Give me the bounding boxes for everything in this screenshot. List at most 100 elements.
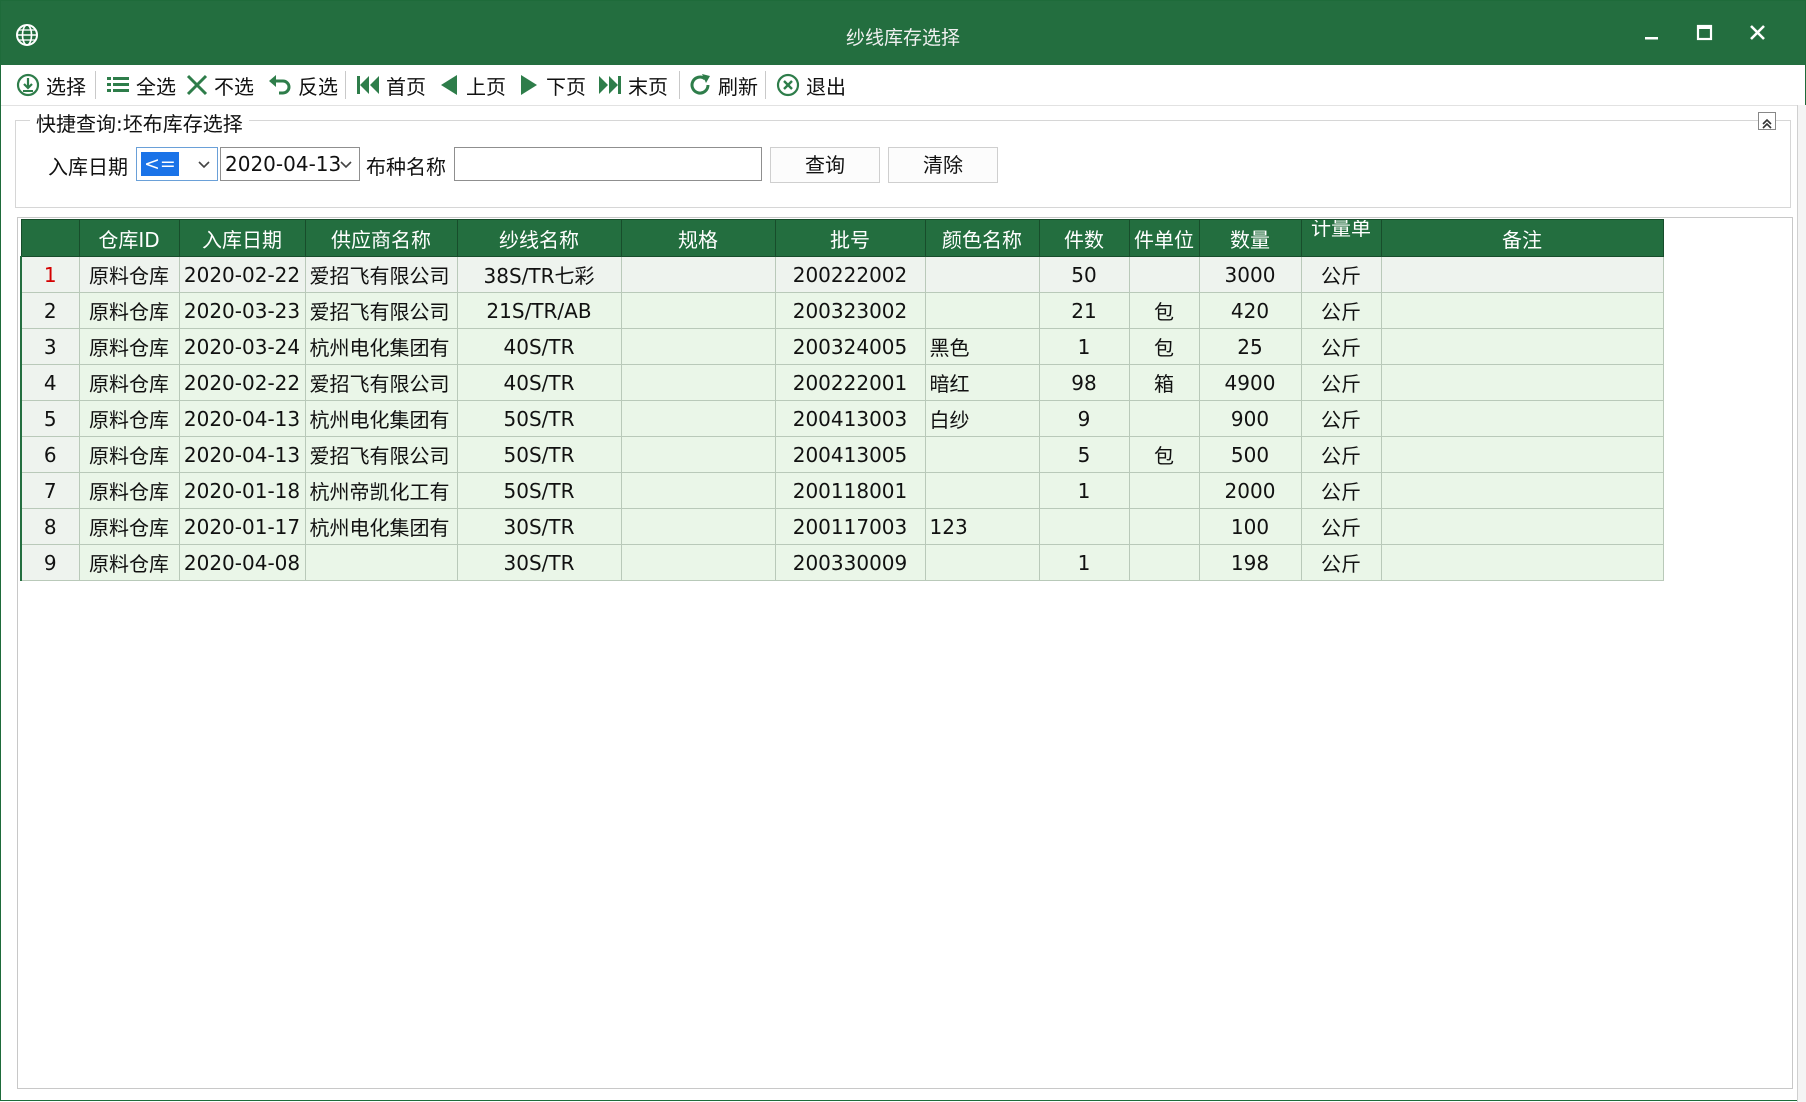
deselect-button[interactable]: 不选 (185, 69, 254, 101)
cell-remark[interactable] (1380, 472, 1664, 509)
cell-date[interactable]: 2020-02-22 (178, 364, 306, 401)
search-button[interactable]: 查询 (770, 147, 880, 183)
row-number[interactable]: 3 (20, 328, 80, 365)
minimize-button[interactable] (1627, 13, 1677, 53)
last-page-button[interactable]: 末页 (597, 69, 668, 101)
cell-color[interactable]: 123 (924, 508, 1040, 545)
cell-spec[interactable] (620, 508, 776, 545)
cell-quantity[interactable]: 100 (1198, 508, 1302, 545)
refresh-button[interactable]: 刷新 (687, 69, 758, 101)
cell-piece-unit[interactable] (1128, 256, 1200, 293)
cell-color[interactable]: 白纱 (924, 400, 1040, 437)
table-row[interactable]: 8 原料仓库 2020-01-17 杭州电化集团有 30S/TR 200117003 123… (20, 508, 1664, 545)
column-header[interactable]: 入库日期 (178, 219, 306, 257)
cell-remark[interactable] (1380, 544, 1664, 581)
cell-unit[interactable]: 公斤 (1300, 508, 1382, 545)
cell-color[interactable] (924, 256, 1040, 293)
table-row[interactable]: 4 原料仓库 2020-02-22 爱招飞有限公司 40S/TR 200222001 暗红 9… (20, 364, 1664, 401)
cell-date[interactable]: 2020-04-08 (178, 544, 306, 581)
next-page-button[interactable]: 下页 (517, 69, 586, 101)
cell-supplier[interactable]: 杭州电化集团有 (304, 508, 458, 545)
cell-supplier[interactable]: 爱招飞有限公司 (304, 436, 458, 473)
cell-pieces[interactable] (1038, 508, 1130, 545)
column-header[interactable]: 备注 (1380, 219, 1664, 257)
row-number-header[interactable] (20, 219, 80, 257)
cell-date[interactable]: 2020-04-13 (178, 436, 306, 473)
cell-unit[interactable]: 公斤 (1300, 364, 1382, 401)
cell-batch[interactable]: 200330009 (774, 544, 926, 581)
table-row[interactable]: 9 原料仓库 2020-04-08 30S/TR 200330009 1 198 公斤 (20, 544, 1664, 581)
table-row[interactable]: 2 原料仓库 2020-03-23 爱招飞有限公司 21S/TR/AB 200323002… (20, 292, 1664, 329)
cell-batch[interactable]: 200222002 (774, 256, 926, 293)
cell-pieces[interactable]: 21 (1038, 292, 1130, 329)
cell-quantity[interactable]: 198 (1198, 544, 1302, 581)
cell-unit[interactable]: 公斤 (1300, 256, 1382, 293)
column-header[interactable]: 颜色名称 (924, 219, 1040, 257)
select-all-button[interactable]: 全选 (105, 69, 176, 101)
cell-spec[interactable] (620, 256, 776, 293)
cell-pieces[interactable]: 1 (1038, 472, 1130, 509)
cell-warehouse[interactable]: 原料仓库 (78, 292, 180, 329)
cell-spec[interactable] (620, 328, 776, 365)
prev-page-button[interactable]: 上页 (437, 69, 506, 101)
cell-remark[interactable] (1380, 328, 1664, 365)
close-button[interactable] (1733, 13, 1783, 53)
cell-batch[interactable]: 200222001 (774, 364, 926, 401)
column-header[interactable]: 计量单 (1300, 219, 1382, 257)
date-operator-select[interactable]: <= (136, 147, 218, 181)
cell-unit[interactable]: 公斤 (1300, 472, 1382, 509)
cell-yarn-name[interactable]: 40S/TR (456, 364, 622, 401)
date-picker[interactable]: 2020-04-13 (220, 147, 360, 181)
row-number[interactable]: 9 (20, 544, 80, 581)
cell-remark[interactable] (1380, 436, 1664, 473)
invert-selection-button[interactable]: 反选 (267, 69, 338, 101)
cell-remark[interactable] (1380, 292, 1664, 329)
row-number[interactable]: 1 (20, 256, 80, 293)
row-number[interactable]: 6 (20, 436, 80, 473)
cell-color[interactable] (924, 544, 1040, 581)
cell-spec[interactable] (620, 436, 776, 473)
cell-pieces[interactable]: 1 (1038, 328, 1130, 365)
cell-date[interactable]: 2020-02-22 (178, 256, 306, 293)
cell-color[interactable] (924, 292, 1040, 329)
table-row[interactable]: 6 原料仓库 2020-04-13 爱招飞有限公司 50S/TR 200413005 5 包 5… (20, 436, 1664, 473)
cell-color[interactable]: 暗红 (924, 364, 1040, 401)
cell-quantity[interactable]: 900 (1198, 400, 1302, 437)
cell-pieces[interactable]: 9 (1038, 400, 1130, 437)
cell-date[interactable]: 2020-01-17 (178, 508, 306, 545)
cell-warehouse[interactable]: 原料仓库 (78, 400, 180, 437)
cell-yarn-name[interactable]: 21S/TR/AB (456, 292, 622, 329)
cell-spec[interactable] (620, 472, 776, 509)
cell-color[interactable]: 黑色 (924, 328, 1040, 365)
column-header[interactable]: 件数 (1038, 219, 1130, 257)
cell-unit[interactable]: 公斤 (1300, 328, 1382, 365)
cell-supplier[interactable]: 杭州电化集团有 (304, 328, 458, 365)
cell-unit[interactable]: 公斤 (1300, 292, 1382, 329)
cell-quantity[interactable]: 2000 (1198, 472, 1302, 509)
cell-unit[interactable]: 公斤 (1300, 544, 1382, 581)
cell-yarn-name[interactable]: 50S/TR (456, 436, 622, 473)
cell-date[interactable]: 2020-03-23 (178, 292, 306, 329)
cell-quantity[interactable]: 4900 (1198, 364, 1302, 401)
cell-yarn-name[interactable]: 50S/TR (456, 400, 622, 437)
cell-batch[interactable]: 200324005 (774, 328, 926, 365)
cell-yarn-name[interactable]: 30S/TR (456, 508, 622, 545)
cell-warehouse[interactable]: 原料仓库 (78, 256, 180, 293)
cell-yarn-name[interactable]: 38S/TR七彩 (456, 256, 622, 293)
cell-supplier[interactable]: 爱招飞有限公司 (304, 364, 458, 401)
column-header[interactable]: 纱线名称 (456, 219, 622, 257)
table-row[interactable]: 5 原料仓库 2020-04-13 杭州电化集团有 50S/TR 200413003 白纱 9… (20, 400, 1664, 437)
cell-warehouse[interactable]: 原料仓库 (78, 508, 180, 545)
cell-yarn-name[interactable]: 30S/TR (456, 544, 622, 581)
select-button[interactable]: 选择 (15, 69, 86, 101)
fabric-name-input[interactable] (454, 147, 762, 181)
cell-supplier[interactable]: 杭州电化集团有 (304, 400, 458, 437)
cell-quantity[interactable]: 3000 (1198, 256, 1302, 293)
cell-quantity[interactable]: 420 (1198, 292, 1302, 329)
maximize-button[interactable] (1680, 13, 1730, 53)
table-row[interactable]: 3 原料仓库 2020-03-24 杭州电化集团有 40S/TR 200324005 黑色 1… (20, 328, 1664, 365)
cell-warehouse[interactable]: 原料仓库 (78, 364, 180, 401)
column-header[interactable]: 件单位 (1128, 219, 1200, 257)
cell-color[interactable] (924, 436, 1040, 473)
cell-remark[interactable] (1380, 364, 1664, 401)
